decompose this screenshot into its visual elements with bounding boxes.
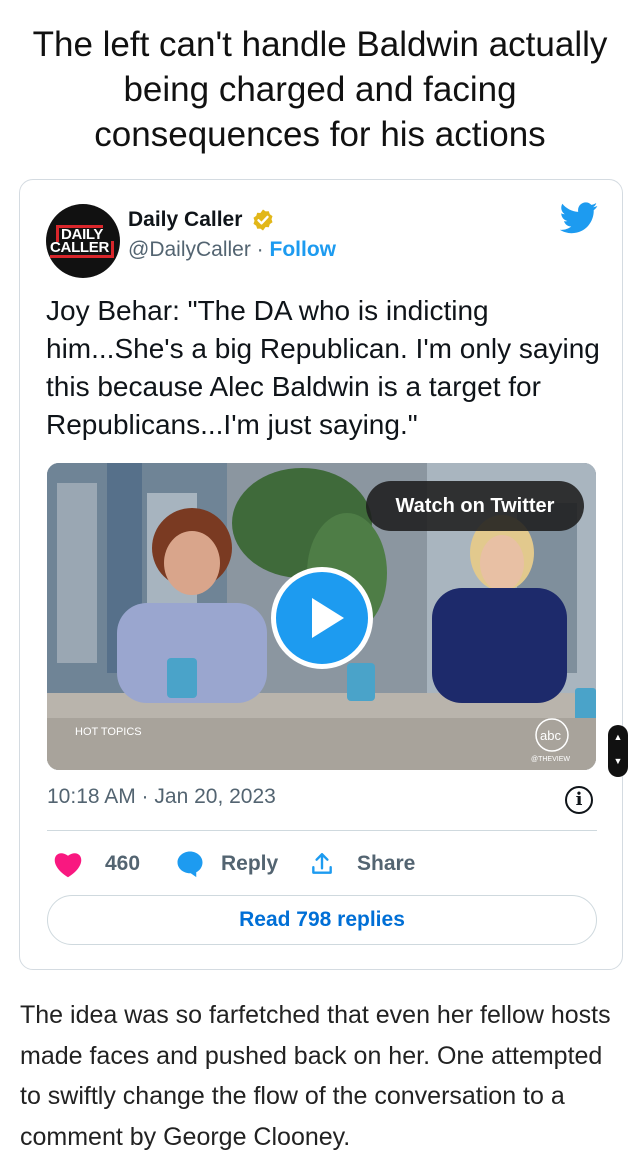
share-button[interactable]: Share (309, 847, 415, 881)
embedded-tweet-card: DAILY CALLER Daily Caller @DailyCaller ·… (19, 179, 623, 970)
play-button[interactable] (271, 567, 373, 669)
video-thumbnail[interactable]: HOT TOPICS abc @THEVIEW Watch on Twitter (47, 463, 596, 770)
tweet-timestamp[interactable]: 10:18 AM · Jan 20, 2023 (47, 785, 276, 809)
separator: · (250, 238, 270, 261)
tweet-text: Joy Behar: "The DA who is indicting him.… (46, 295, 600, 440)
scroll-arrows[interactable]: ▲ ▼ (608, 725, 628, 777)
hot-topics-overlay: HOT TOPICS (75, 726, 142, 738)
meme-caption: The idea was so farfetched that even her… (20, 1001, 611, 1151)
meme-headline: The left can't handle Baldwin actually b… (32, 25, 608, 154)
divider (47, 830, 597, 831)
reply-label: Reply (221, 852, 279, 875)
like-count: 460 (105, 852, 141, 875)
play-icon (312, 598, 344, 638)
avatar-logo-line2: CALLER (50, 240, 115, 258)
handle-row: @DailyCaller · Follow (128, 238, 336, 262)
theview-overlay: @THEVIEW (531, 756, 570, 763)
read-replies-button[interactable]: Read 798 replies (47, 895, 597, 945)
avatar[interactable]: DAILY CALLER (46, 204, 120, 278)
share-icon (312, 853, 332, 874)
speech-bubble-icon (177, 851, 203, 878)
verified-badge-icon (253, 209, 273, 231)
watch-on-twitter-button[interactable]: Watch on Twitter (366, 481, 584, 531)
chevron-down-icon[interactable]: ▼ (608, 749, 628, 773)
follow-link[interactable]: Follow (270, 238, 337, 261)
author-handle[interactable]: @DailyCaller (128, 238, 251, 261)
abc-logo-overlay: abc (540, 728, 561, 743)
info-icon[interactable]: i (565, 786, 593, 814)
tweet-actions: 460 Reply Share (47, 847, 597, 881)
author-name[interactable]: Daily Caller (128, 208, 242, 232)
chevron-up-icon[interactable]: ▲ (608, 725, 628, 749)
like-button[interactable]: 460 (53, 847, 140, 881)
share-label: Share (357, 852, 416, 875)
twitter-bird-icon[interactable] (560, 202, 598, 234)
reply-button[interactable]: Reply (175, 847, 278, 881)
heart-icon (54, 853, 82, 878)
